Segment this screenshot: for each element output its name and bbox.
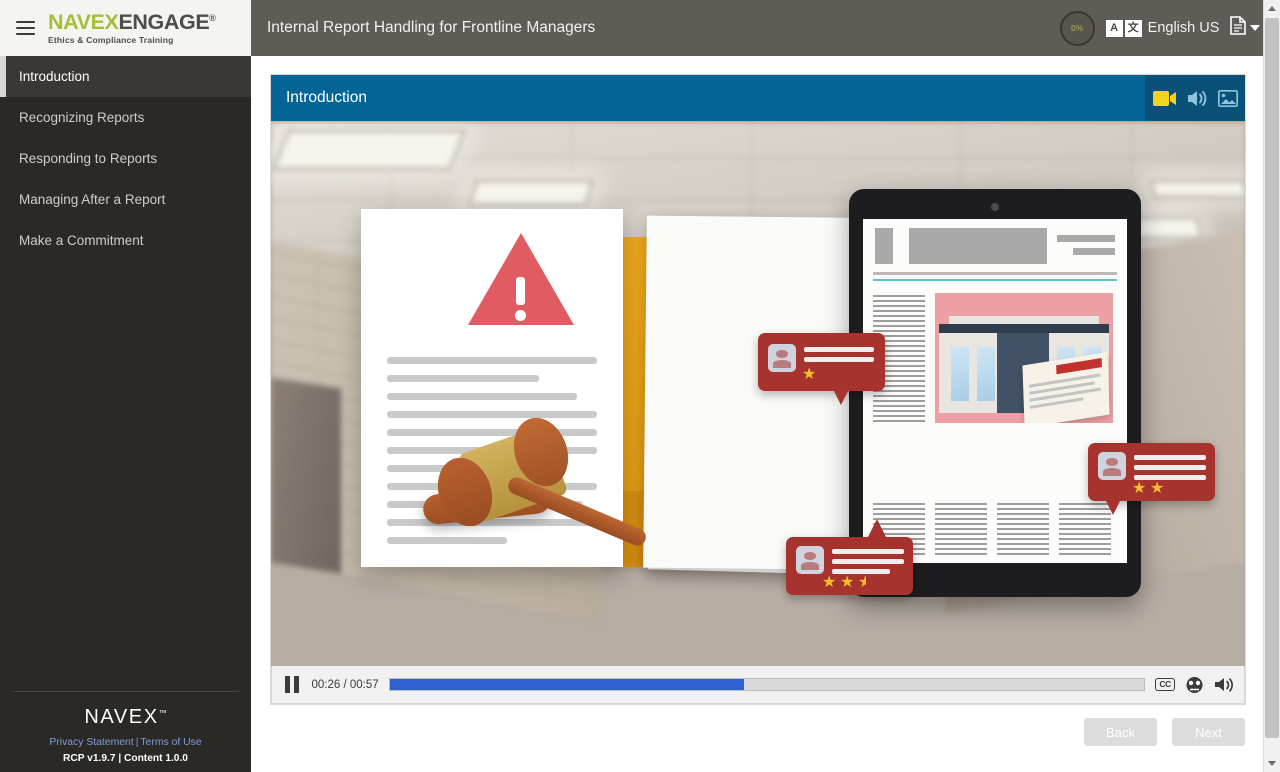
warning-exclamation-stroke <box>516 277 525 305</box>
language-selector[interactable]: A 文 English US <box>1105 19 1220 37</box>
tablet-camera <box>991 203 999 211</box>
language-label: English US <box>1147 20 1220 36</box>
sidebar-item-responding-to-reports[interactable]: Responding to Reports <box>0 138 251 179</box>
playback-speed-icon[interactable] <box>1185 676 1204 694</box>
tablet-screen <box>863 219 1127 563</box>
logo-secondary-text: ENGAGE <box>118 10 210 35</box>
cc-label: CC <box>1155 677 1175 692</box>
pause-button[interactable] <box>282 674 302 695</box>
main-content: Internal Report Handling for Frontline M… <box>251 0 1280 772</box>
cc-icon[interactable]: CC <box>1155 677 1175 692</box>
page-scrollbar[interactable] <box>1263 0 1280 772</box>
audio-icon[interactable] <box>1187 89 1208 108</box>
logo-tagline: Ethics & Compliance Training <box>48 34 174 45</box>
course-player-app: NAVEXENGAGE® Ethics & Compliance Trainin… <box>0 0 1280 772</box>
lesson-panel: Introduction ★ ★ ★ ★ ★ ★ 00:26 / 00:57 C… <box>270 74 1246 705</box>
tablet-device <box>849 189 1141 597</box>
sidebar: NAVEXENGAGE® Ethics & Compliance Trainin… <box>0 0 251 772</box>
header-controls: 0% A 文 English US <box>1059 10 1280 46</box>
translate-icon: A 文 <box>1105 19 1142 37</box>
brand-logo-bar: NAVEXENGAGE® Ethics & Compliance Trainin… <box>0 0 251 56</box>
lesson-header: Introduction <box>271 75 1245 121</box>
review-card: ★ <box>758 333 885 405</box>
newspaper-icon <box>1022 352 1110 423</box>
language-glyph-icon: 文 <box>1124 19 1142 37</box>
course-navigation-list: Introduction Recognizing Reports Respond… <box>0 56 251 691</box>
media-player-controls: 00:26 / 00:57 CC <box>271 666 1245 704</box>
playback-progress-bar[interactable] <box>388 678 1146 691</box>
sidebar-item-label: Recognizing Reports <box>19 110 145 125</box>
scrollbar-thumb[interactable] <box>1265 18 1279 738</box>
lesson-title: Introduction <box>286 89 367 106</box>
sidebar-item-label: Make a Commitment <box>19 233 144 248</box>
footer-link-separator: | <box>135 737 139 748</box>
hamburger-menu-icon[interactable] <box>16 20 35 36</box>
back-button[interactable]: Back <box>1084 718 1157 746</box>
volume-icon[interactable] <box>1214 676 1234 693</box>
sidebar-item-managing-after-a-report[interactable]: Managing After a Report <box>0 179 251 220</box>
footer-logo-text: NAVEX <box>84 706 159 728</box>
playback-time: 00:26 / 00:57 <box>311 678 379 691</box>
top-header-bar: Internal Report Handling for Frontline M… <box>251 0 1280 56</box>
version-text: RCP v1.9.7 | Content 1.0.0 <box>63 753 188 764</box>
ceiling-light <box>466 179 596 207</box>
footer-links: Privacy Statement | Terms of Use <box>12 737 239 748</box>
footer-divider <box>12 691 239 692</box>
playback-progress-fill <box>389 679 745 690</box>
sidebar-item-make-a-commitment[interactable]: Make a Commitment <box>0 220 251 261</box>
article-image <box>935 293 1113 423</box>
warning-exclamation-dot <box>515 310 526 321</box>
scroll-up-arrow-icon[interactable] <box>1264 0 1280 17</box>
sidebar-footer: NAVEX™ Privacy Statement | Terms of Use RC… <box>0 691 251 772</box>
resources-menu[interactable] <box>1230 16 1261 40</box>
progress-percent-label: 0% <box>1071 23 1084 33</box>
navex-footer-logo: NAVEX™ <box>12 706 239 729</box>
page-title: Internal Report Handling for Frontline M… <box>267 19 596 36</box>
ceiling-light <box>271 129 468 171</box>
chevron-down-icon <box>1250 25 1261 31</box>
sidebar-item-label: Introduction <box>19 69 90 84</box>
scroll-down-arrow-icon[interactable] <box>1264 755 1280 772</box>
navex-engage-logo: NAVEXENGAGE® Ethics & Compliance Trainin… <box>48 11 216 44</box>
ceiling-light <box>1148 179 1245 199</box>
sidebar-item-label: Responding to Reports <box>19 151 158 166</box>
trademark-mark: ™ <box>158 708 167 718</box>
content-area: Introduction ★ ★ ★ ★ ★ ★ 00:26 / 00:57 C… <box>251 56 1280 772</box>
review-card: ★ ★ ★ <box>786 519 913 595</box>
lesson-illustration: ★ ★ ★ ★ ★ ★ <box>271 121 1245 666</box>
next-button[interactable]: Next <box>1172 718 1245 746</box>
media-type-toggle-group <box>1145 75 1245 121</box>
sidebar-item-recognizing-reports[interactable]: Recognizing Reports <box>0 97 251 138</box>
video-icon[interactable] <box>1152 90 1177 107</box>
privacy-statement-link[interactable]: Privacy Statement <box>49 737 133 748</box>
sidebar-item-introduction[interactable]: Introduction <box>0 56 251 97</box>
sidebar-item-label: Managing After a Report <box>19 192 166 207</box>
registered-mark: ® <box>209 13 216 24</box>
image-icon[interactable] <box>1217 89 1238 107</box>
course-progress-indicator[interactable]: 0% <box>1059 10 1095 46</box>
terms-of-use-link[interactable]: Terms of Use <box>140 737 201 748</box>
review-card: ★ ★ <box>1088 443 1215 515</box>
document-icon <box>1230 16 1247 40</box>
language-letter-icon: A <box>1105 19 1123 37</box>
doorway <box>271 377 341 574</box>
lesson-navigation: Back Next <box>270 705 1275 746</box>
logo-primary-text: NAVEX <box>48 10 119 35</box>
